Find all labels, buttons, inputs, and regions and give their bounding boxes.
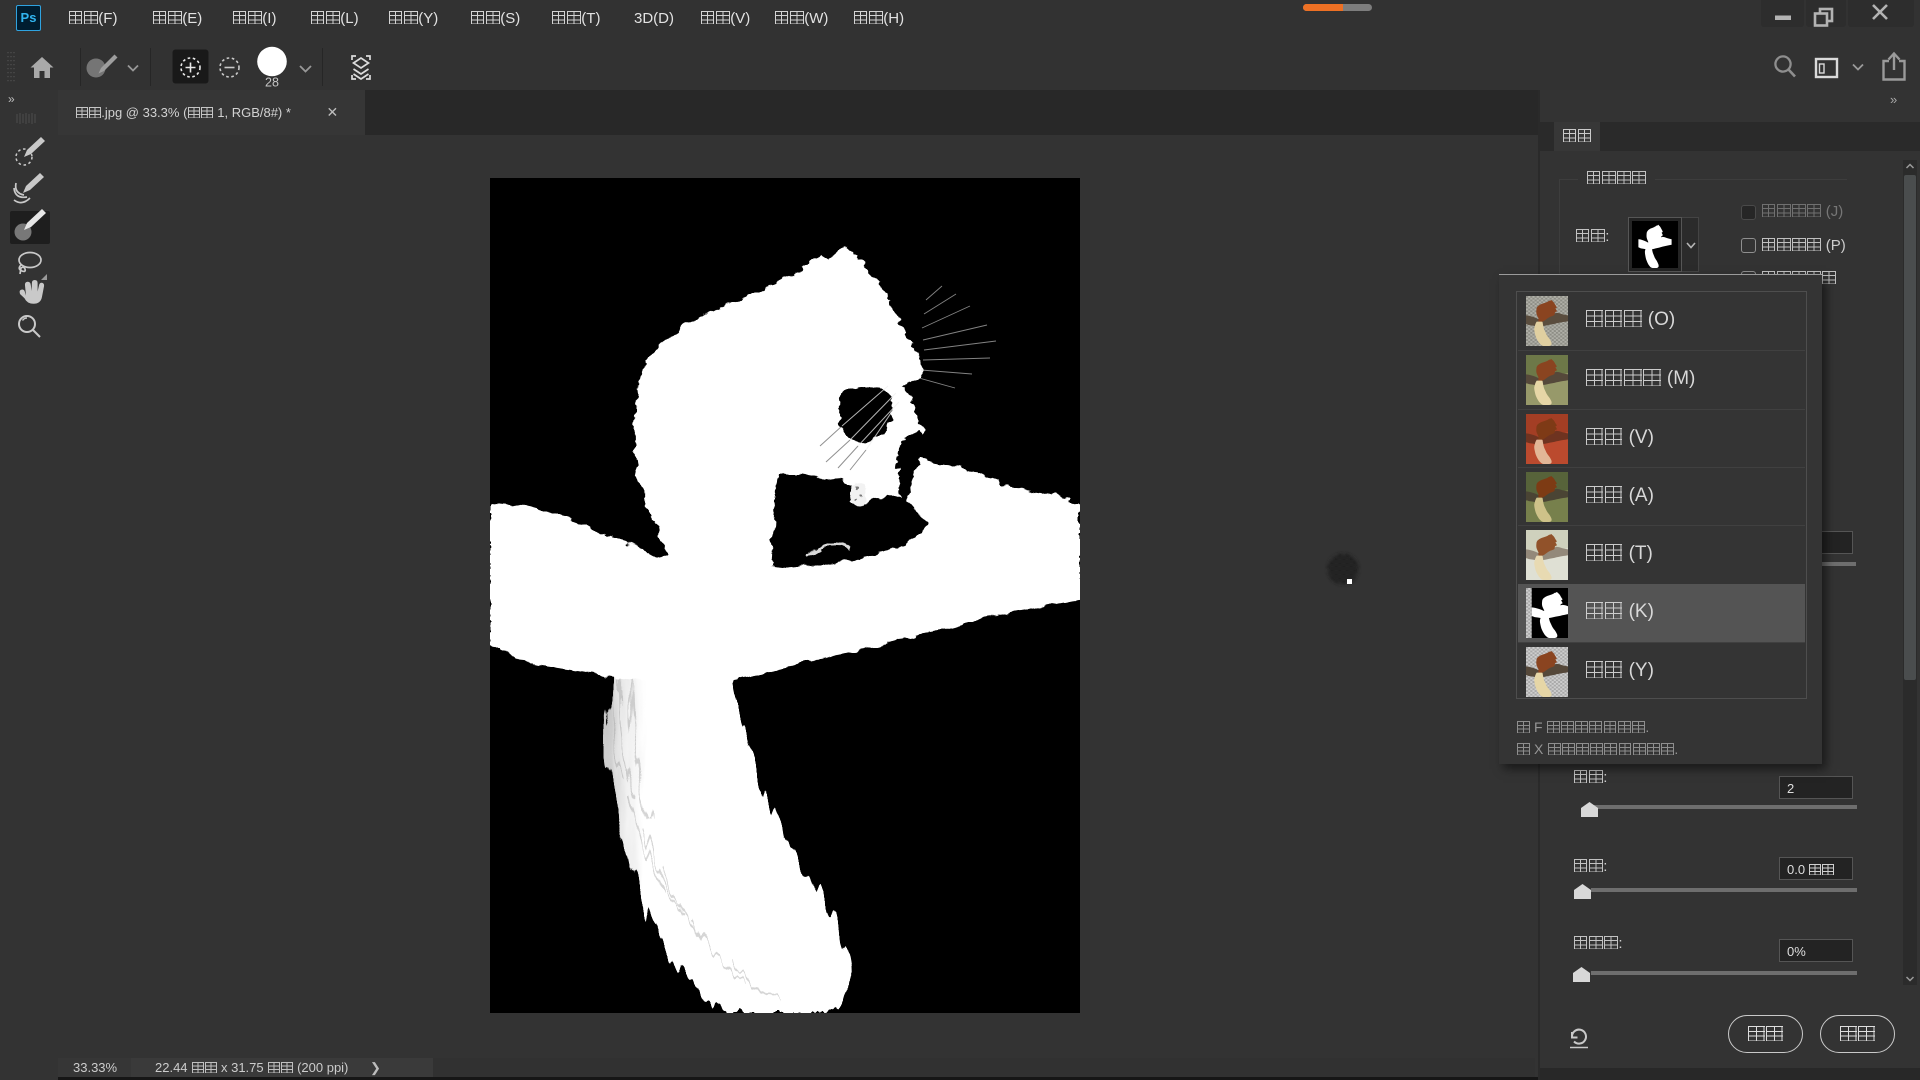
svg-text:28: 28	[265, 76, 279, 90]
svg-text:»: »	[8, 92, 15, 106]
